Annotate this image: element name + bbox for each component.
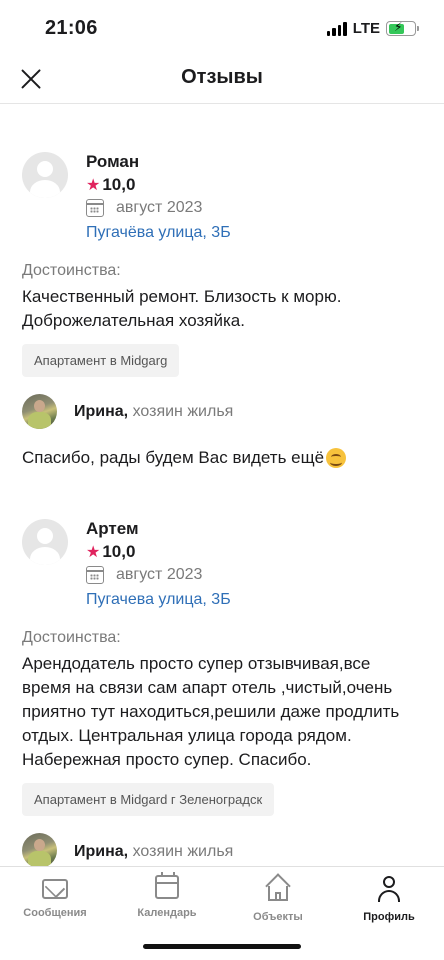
date-text: август 2023 — [116, 199, 203, 216]
property-tag[interactable]: Апартамент в Midgarg — [22, 344, 180, 377]
calendar-icon — [155, 872, 179, 899]
avatar — [22, 152, 68, 198]
network-label: LTE — [352, 20, 380, 37]
rating: ★ 10,0 — [86, 542, 135, 562]
home-icon — [265, 873, 291, 903]
page-title: Отзывы — [181, 66, 263, 88]
host-name: Ирина, — [74, 403, 129, 420]
tab-objects[interactable]: Объекты — [228, 873, 328, 923]
tab-label: Профиль — [363, 911, 415, 923]
rating-value: 10,0 — [102, 542, 136, 561]
tab-messages[interactable]: Сообщения — [5, 875, 105, 919]
star-icon: ★ — [86, 177, 101, 194]
reviewer-name: Роман — [86, 152, 140, 171]
signal-icon — [326, 21, 347, 36]
tab-calendar[interactable]: Календарь — [117, 872, 217, 919]
review-date: август 2023 — [86, 199, 202, 217]
rating-value: 10,0 — [102, 175, 136, 194]
host-role: хозяин жилья — [132, 403, 234, 420]
home-indicator[interactable] — [143, 944, 301, 949]
star-icon: ★ — [86, 544, 101, 561]
review-date: август 2023 — [86, 566, 202, 584]
tab-label: Объекты — [253, 911, 303, 923]
host-role: хозяин жилья — [132, 843, 234, 860]
address-link[interactable]: Пугачева улица, 3Б — [86, 591, 231, 609]
smile-emoji-icon — [326, 448, 347, 468]
battery-icon: ⚡ — [386, 20, 419, 36]
reply-text: Спасибо, рады будем Вас видеть ещё — [22, 448, 347, 468]
host-avatar — [22, 394, 57, 429]
mail-icon — [42, 879, 68, 899]
tab-label: Календарь — [137, 907, 197, 919]
status-time: 21:06 — [45, 17, 98, 39]
reviews-list[interactable]: Роман ★ 10,0 август 2023 Пугачёва улица,… — [0, 104, 444, 866]
pros-label: Достоинства: — [22, 262, 121, 279]
host-name: Ирина, — [74, 843, 129, 860]
pros-text: Арендодатель просто супер отзывчивая,все… — [22, 654, 400, 769]
pros-label: Достоинства: — [22, 629, 121, 646]
rating: ★ 10,0 — [86, 175, 135, 195]
reply-message: Спасибо, рады будем Вас видеть ещё — [22, 448, 325, 467]
calendar-icon — [86, 199, 104, 217]
address-link[interactable]: Пугачёва улица, 3Б — [86, 224, 231, 242]
property-tag[interactable]: Апартамент в Midgard г Зеленоградск — [22, 783, 275, 816]
pros-text: Качественный ремонт. Близость к морю. До… — [22, 287, 342, 330]
header: Отзывы — [0, 58, 444, 104]
calendar-icon — [86, 566, 104, 584]
tab-label: Сообщения — [23, 907, 87, 919]
host-avatar — [22, 833, 57, 866]
avatar — [22, 519, 68, 565]
status-indicators: LTE ⚡ — [326, 20, 419, 37]
date-text: август 2023 — [116, 566, 203, 583]
status-bar: 21:06 LTE ⚡ — [0, 0, 444, 58]
host-line: Ирина, хозяин жилья — [74, 843, 233, 861]
tab-profile[interactable]: Профиль — [339, 875, 439, 923]
reviewer-name: Артем — [86, 519, 139, 538]
host-line: Ирина, хозяин жилья — [74, 403, 233, 421]
user-icon — [375, 875, 403, 903]
